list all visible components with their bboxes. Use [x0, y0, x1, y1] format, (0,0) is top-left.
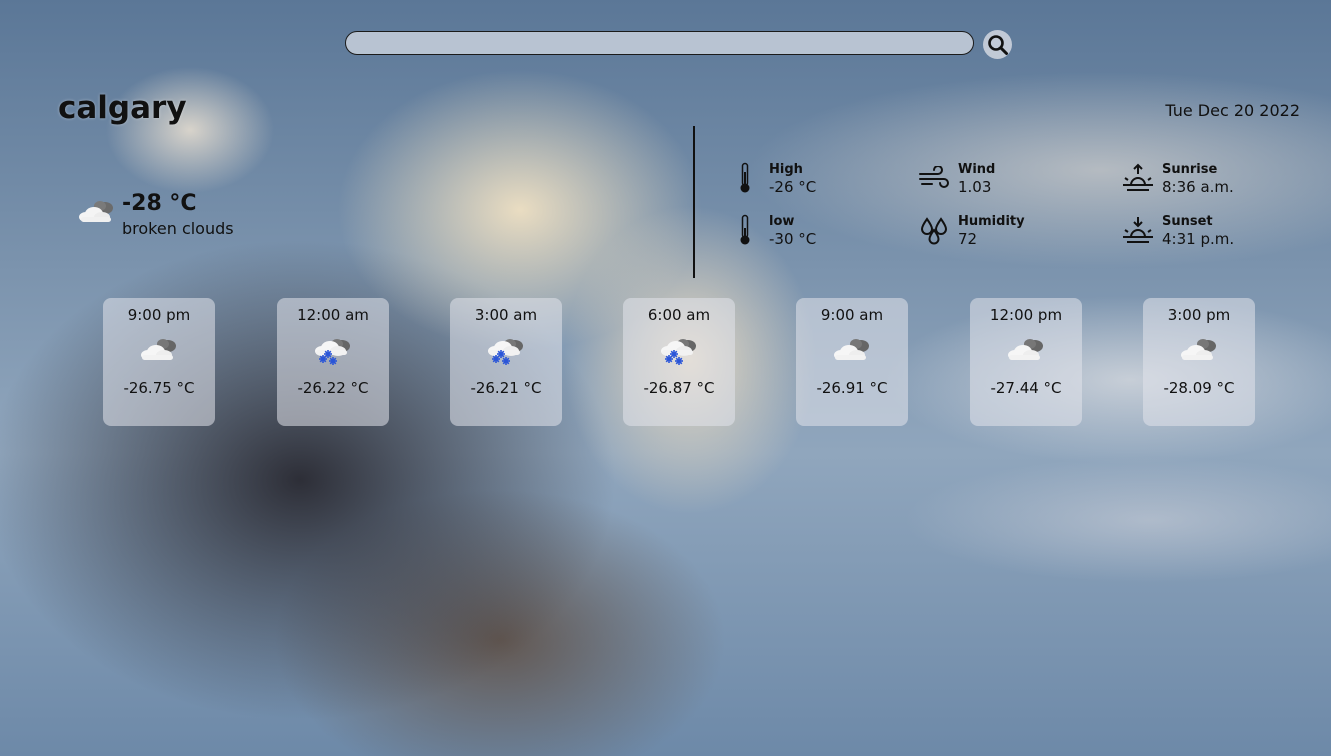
wind-value: 1.03 [958, 178, 992, 196]
weather-description: broken clouds [122, 219, 234, 238]
sunset-label: Sunset [1162, 214, 1213, 229]
forecast-time: 3:00 am [474, 306, 538, 324]
forecast-time: 6:00 am [647, 306, 711, 324]
forecast-temperature: -26.87 °C [643, 379, 715, 397]
detail-low: low -30 °C [729, 214, 816, 248]
sunset-value: 4:31 p.m. [1162, 230, 1235, 248]
broken-clouds-icon [1008, 339, 1043, 360]
broken-clouds-icon [141, 339, 176, 360]
forecast-card: 3:00 pm -28.09 °C [1143, 298, 1255, 426]
forecast-card: 6:00 am -26.87 °C [623, 298, 735, 426]
forecast-temperature: -26.21 °C [470, 379, 542, 397]
humidity-drops-icon [920, 217, 948, 245]
search-button[interactable] [983, 30, 1012, 59]
forecast-time: 12:00 pm [989, 306, 1063, 324]
sunset-icon [1123, 217, 1153, 243]
search-icon [987, 34, 1008, 55]
forecast-card: 3:00 am -26.21 °C [450, 298, 562, 426]
forecast-card: 12:00 am -26.22 °C [277, 298, 389, 426]
forecast-card: 12:00 pm -27.44 °C [970, 298, 1082, 426]
broken-clouds-icon [1181, 339, 1216, 360]
thermometer-icon [740, 162, 750, 193]
current-date: Tue Dec 20 2022 [1165, 101, 1300, 120]
forecast-temperature: -28.09 °C [1163, 379, 1235, 397]
forecast-temperature: -26.91 °C [816, 379, 888, 397]
broken-clouds-icon [79, 201, 113, 222]
sunrise-label: Sunrise [1162, 162, 1218, 177]
humidity-value: 72 [958, 230, 978, 248]
humidity-label: Humidity [958, 214, 1025, 229]
broken-clouds-icon [834, 339, 869, 360]
forecast-time: 3:00 pm [1167, 306, 1231, 324]
sunrise-icon [1123, 163, 1153, 191]
forecast-card: 9:00 pm -26.75 °C [103, 298, 215, 426]
wind-icon [919, 166, 949, 188]
snow-icon [488, 339, 523, 365]
detail-humidity: Humidity 72 [918, 214, 1025, 248]
sunrise-value: 8:36 a.m. [1162, 178, 1234, 196]
detail-high: High -26 °C [729, 162, 816, 196]
low-value: -30 °C [769, 230, 817, 248]
forecast-temperature: -27.44 °C [990, 379, 1062, 397]
snow-icon [661, 339, 696, 365]
high-value: -26 °C [769, 178, 817, 196]
details-divider [693, 126, 695, 278]
wind-label: Wind [958, 162, 996, 177]
forecast-temperature: -26.75 °C [123, 379, 195, 397]
city-name: calgary [58, 90, 187, 126]
search-input[interactable] [345, 31, 974, 55]
forecast-time: 9:00 am [820, 306, 884, 324]
forecast-time: 12:00 am [297, 306, 369, 324]
detail-wind: Wind 1.03 [918, 162, 995, 196]
high-label: High [769, 162, 803, 177]
detail-sunrise: Sunrise 8:36 a.m. [1122, 162, 1234, 196]
snow-icon [315, 339, 350, 365]
forecast-card: 9:00 am -26.91 °C [796, 298, 908, 426]
detail-sunset: Sunset 4:31 p.m. [1122, 214, 1234, 248]
forecast-time: 9:00 pm [127, 306, 191, 324]
low-label: low [769, 214, 795, 229]
thermometer-icon [740, 214, 750, 245]
current-temperature: -28 °C [122, 191, 197, 216]
forecast-temperature: -26.22 °C [297, 379, 369, 397]
